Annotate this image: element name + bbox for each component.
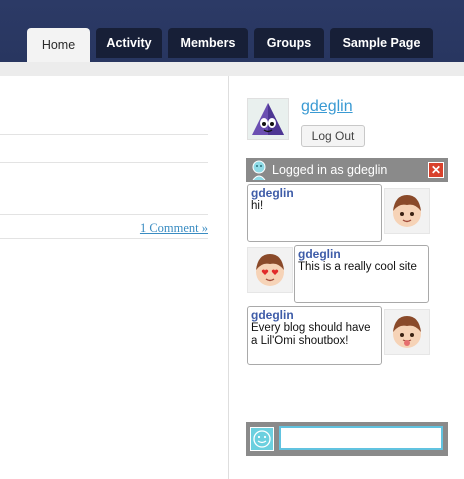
site-header: Home Activity Members Groups Sample Page — [0, 0, 464, 62]
shout-text: hi! — [251, 200, 264, 212]
shoutbox-status: Logged in as gdeglin — [272, 163, 388, 177]
logout-button[interactable]: Log Out — [301, 125, 365, 147]
shout-message: gdeglin This is a really cool site — [294, 245, 429, 303]
heart-eyes-face-icon — [247, 247, 293, 293]
main-content: 1 Comment » — [0, 76, 229, 479]
sidebar: gdeglin Log Out Logged in as gdeglin ✕ g… — [229, 76, 464, 479]
smiley-icon[interactable] — [250, 427, 274, 451]
username-link[interactable]: gdeglin — [301, 98, 353, 116]
shout-user: gdeglin — [251, 308, 294, 322]
shout-message: gdeglin hi! — [247, 184, 382, 242]
tab-home[interactable]: Home — [27, 28, 90, 62]
divider — [0, 134, 208, 135]
divider — [0, 238, 208, 239]
shout-user: gdeglin — [298, 247, 341, 261]
tongue-out-face-icon — [384, 309, 430, 355]
close-icon[interactable]: ✕ — [428, 162, 444, 178]
tab-groups[interactable]: Groups — [254, 28, 324, 58]
divider — [0, 214, 208, 215]
user-icon — [252, 160, 266, 180]
shout-input-bar — [246, 422, 448, 456]
shout-user: gdeglin — [251, 186, 294, 200]
shout-text: Every blog should have a Lil'Omi shoutbo… — [251, 322, 371, 347]
triangle-monster-icon — [252, 103, 284, 135]
comments-link[interactable]: 1 Comment » — [140, 221, 208, 236]
shout-message: gdeglin Every blog should have a Lil'Omi… — [247, 306, 382, 365]
avatar[interactable] — [247, 98, 289, 140]
shout-text: This is a really cool site — [298, 261, 417, 273]
shoutbox-header: Logged in as gdeglin ✕ — [246, 158, 448, 182]
tab-members[interactable]: Members — [168, 28, 248, 58]
divider — [0, 162, 208, 163]
tab-sample-page[interactable]: Sample Page — [330, 28, 433, 58]
tab-activity[interactable]: Activity — [96, 28, 162, 58]
shout-input[interactable] — [279, 426, 443, 450]
boy-smiling-icon — [384, 188, 430, 234]
